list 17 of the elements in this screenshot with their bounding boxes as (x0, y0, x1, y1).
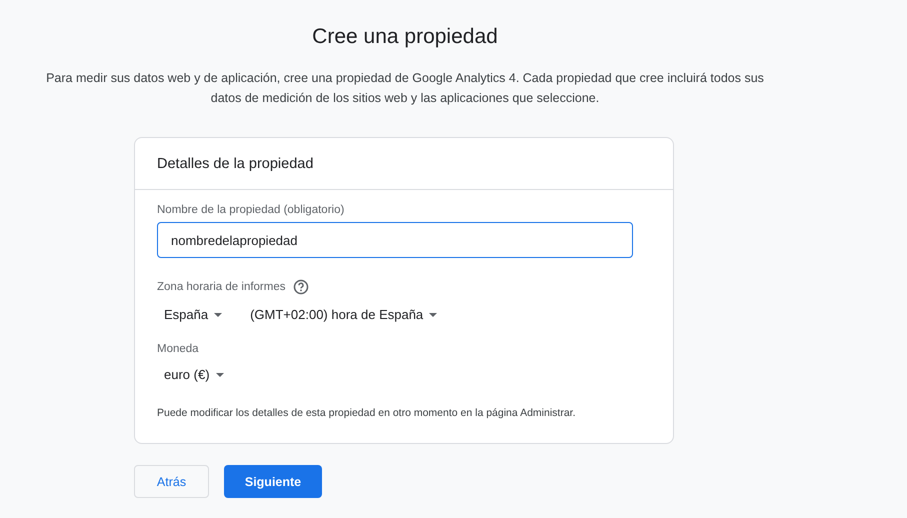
help-icon[interactable] (293, 279, 310, 295)
currency-dropdown[interactable]: euro (€) (164, 363, 224, 386)
back-button[interactable]: Atrás (134, 465, 209, 498)
card-heading: Detalles de la propiedad (157, 156, 314, 172)
field-label: Moneda (157, 343, 199, 355)
property-name-field[interactable]: nombredelapropiedad (157, 222, 633, 258)
timezone-dropdown[interactable]: (GMT+02:00) hora de España (250, 303, 438, 326)
description-text: Para medir sus datos web y de aplicación, cree una propiedad de Google Analytics 4. Cada propiedad que cree incluirá todos sus datos de medición de los sitios web y las aplicaciones que seleccione. (45, 70, 765, 107)
country-dropdown[interactable]: España (164, 303, 222, 326)
caret-icon (216, 372, 224, 376)
field-label: Zona horaria de informes (157, 281, 286, 293)
page-title: Cree una propiedad (312, 25, 498, 49)
next-button[interactable]: Siguiente (224, 465, 322, 498)
note-text: Puede modificar los detalles de esta propiedad en otro momento en la página Administrar. (157, 407, 576, 419)
caret-icon (214, 312, 222, 316)
caret-icon (429, 312, 438, 316)
field-label: Nombre de la propiedad (obligatorio) (157, 204, 344, 216)
